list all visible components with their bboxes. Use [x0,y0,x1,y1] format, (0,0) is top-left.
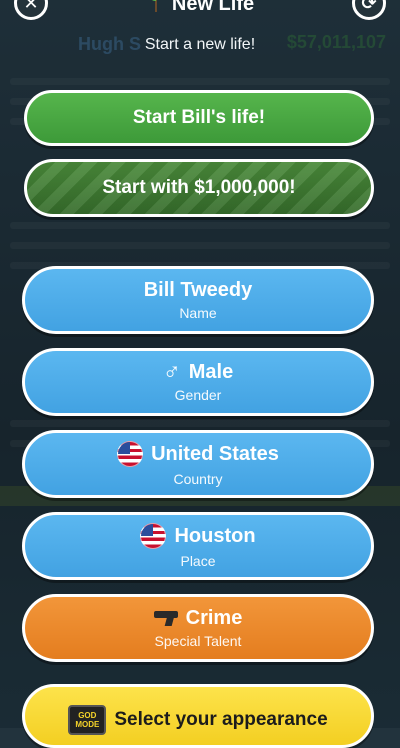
country-button[interactable]: United States Country [22,430,374,498]
god-mode-badge-icon: GOD MODE [68,705,107,735]
god-mode-badge-line1: GOD [78,711,97,720]
name-value: Bill Tweedy [143,279,253,301]
page-subtitle: Start a new life! [144,36,256,53]
start-with-money-label: Start with $1,000,000! [102,177,296,198]
talent-value-row: Crime [153,607,243,629]
talent-label: Special Talent [154,633,242,649]
country-label: Country [173,471,223,487]
us-flag-icon [140,523,167,549]
page-title-text: New Life [171,0,255,15]
place-value-row: Houston [140,523,256,549]
gender-value: Male [188,361,234,383]
us-flag-icon [117,441,144,467]
place-value: Houston [174,525,256,547]
select-appearance-button[interactable]: GOD MODE Select your appearance [22,684,374,748]
male-icon: ♂ [162,358,181,385]
start-life-button[interactable]: Start Bill's life! [24,90,374,146]
appearance-row: GOD MODE Select your appearance [68,705,328,735]
name-label: Name [179,305,217,321]
gender-value-row: ♂ Male [162,358,234,385]
start-life-label: Start Bill's life! [132,107,266,128]
gender-button[interactable]: ♂ Male Gender [22,348,374,416]
place-button[interactable]: Houston Place [22,512,374,580]
gender-label: Gender [174,387,222,403]
special-talent-button[interactable]: Crime Special Talent [22,594,374,662]
title-bar: New Life [0,0,400,18]
name-button[interactable]: Bill Tweedy Name [22,266,374,334]
start-with-money-button[interactable]: Start with $1,000,000! [24,159,374,217]
place-label: Place [180,553,216,569]
country-value: United States [151,443,279,465]
pistol-icon [153,610,178,626]
page-title: New Life [146,0,254,18]
talent-value: Crime [185,607,243,629]
sprout-icon [146,0,166,18]
country-value-row: United States [117,441,279,467]
